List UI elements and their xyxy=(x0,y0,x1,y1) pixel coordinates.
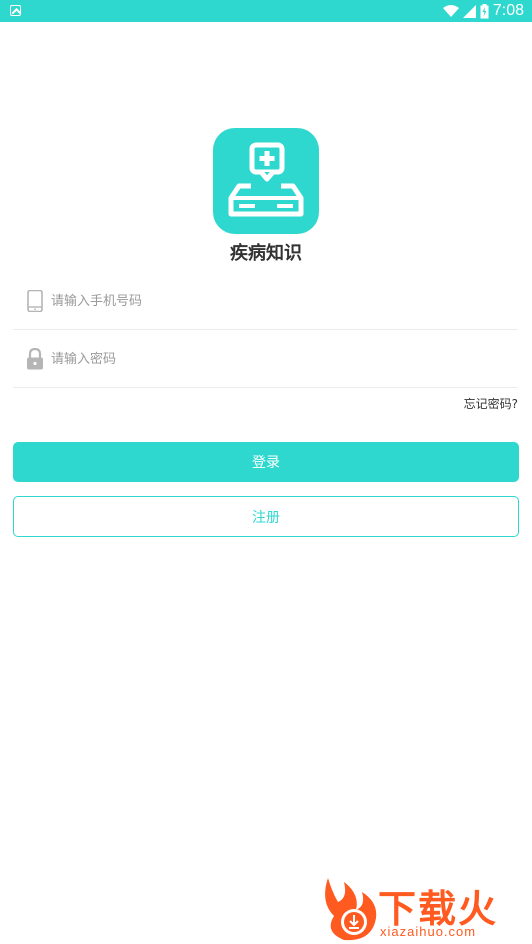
status-icons: 7:08 xyxy=(442,2,524,20)
app-logo xyxy=(213,128,319,234)
app-name: 疾病知识 xyxy=(230,243,302,264)
wifi-icon xyxy=(442,4,459,17)
register-button[interactable]: 注册 xyxy=(13,496,519,537)
lock-icon xyxy=(27,348,43,370)
status-bar: 7:08 xyxy=(0,0,532,22)
battery-charging-icon xyxy=(480,3,489,18)
watermark-url: xiazaihuo.com xyxy=(380,924,477,939)
notification-icon xyxy=(10,5,21,16)
phone-icon xyxy=(27,290,43,312)
phone-input[interactable] xyxy=(51,284,491,318)
medical-tray-icon xyxy=(228,142,304,217)
password-input[interactable] xyxy=(51,342,491,376)
signal-icon xyxy=(462,4,476,18)
watermark: 下载火 xiazaihuo.com xyxy=(314,872,528,942)
login-button[interactable]: 登录 xyxy=(13,442,519,482)
phone-field[interactable] xyxy=(13,272,518,330)
flame-logo-icon xyxy=(325,878,377,941)
forgot-password-link[interactable]: 忘记密码? xyxy=(464,395,518,412)
password-field[interactable] xyxy=(13,330,518,388)
status-time: 7:08 xyxy=(492,2,524,19)
